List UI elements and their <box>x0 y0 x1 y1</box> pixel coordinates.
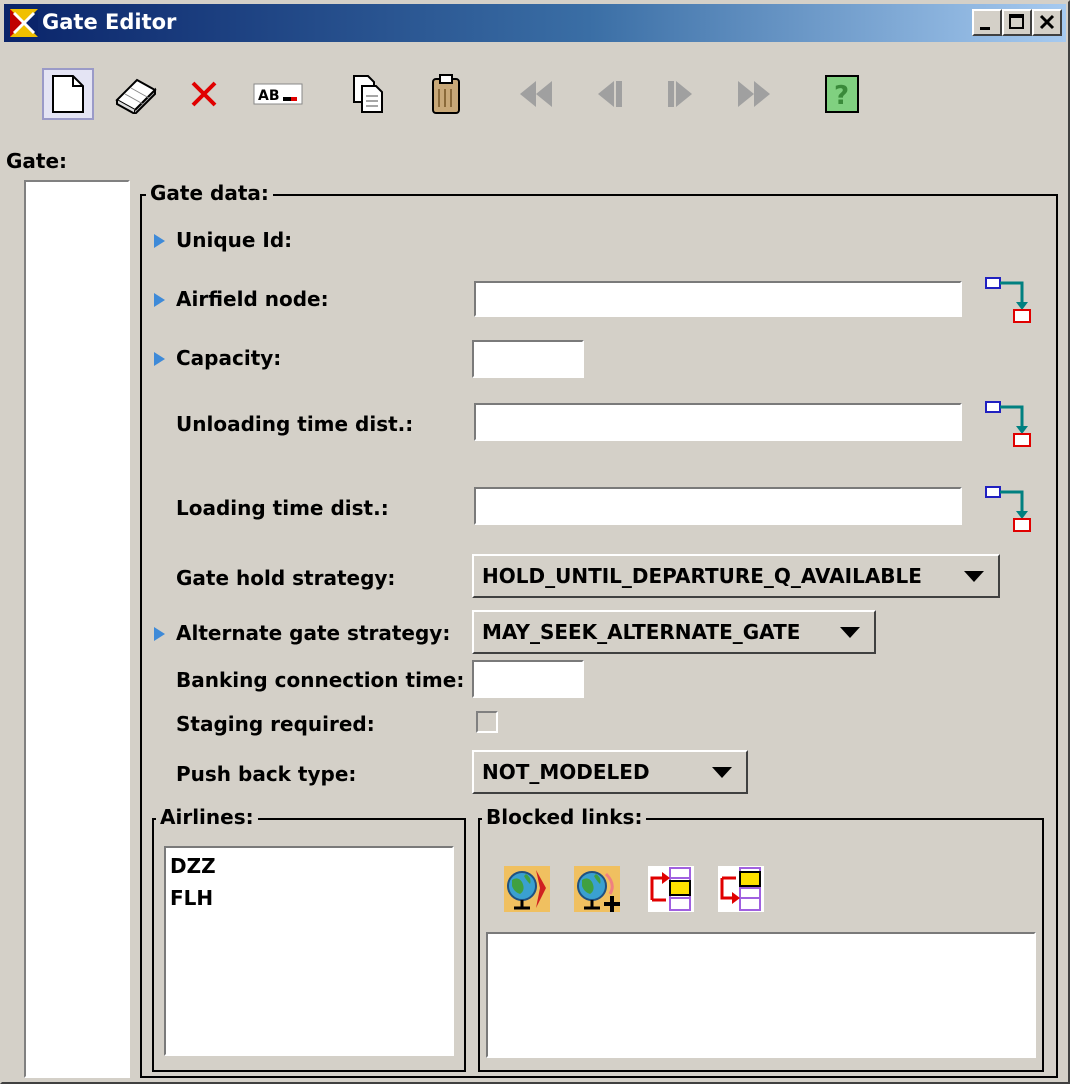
staging-required-label: Staging required: <box>176 712 375 736</box>
push-back-type-dropdown[interactable]: NOT_MODELED <box>472 750 748 794</box>
eraser-icon <box>115 78 157 114</box>
airfield-node-label: Airfield node: <box>176 287 329 311</box>
airlines-panel: Airlines: DZZ FLH <box>152 805 466 1072</box>
required-marker-icon <box>154 352 165 366</box>
banking-connection-time-label: Banking connection time: <box>176 668 465 692</box>
close-button[interactable] <box>1032 9 1062 36</box>
title-bar[interactable]: Gate Editor <box>4 4 1066 42</box>
delete-button[interactable] <box>178 68 230 120</box>
eraser-button[interactable] <box>110 68 162 120</box>
new-button[interactable] <box>42 68 94 120</box>
svg-text:?: ? <box>834 81 849 111</box>
airlines-title: Airlines: <box>156 805 258 829</box>
required-marker-icon <box>154 627 165 641</box>
alternate-gate-strategy-value: MAY_SEEK_ALTERNATE_GATE <box>482 620 801 644</box>
banking-connection-time-field[interactable] <box>472 660 584 698</box>
required-marker-icon <box>154 234 165 248</box>
minimize-icon <box>980 27 990 30</box>
copy-icon <box>353 75 383 113</box>
gate-list[interactable] <box>24 180 130 1078</box>
rewind-first-icon <box>520 81 552 107</box>
first-button <box>510 68 562 120</box>
gate-hold-strategy-dropdown[interactable]: HOLD_UNTIL_DEPARTURE_Q_AVAILABLE <box>472 554 1000 598</box>
help-question-icon: ? <box>825 75 859 113</box>
app-icon <box>10 9 38 37</box>
push-back-type-label: Push back type: <box>176 762 357 786</box>
capacity-field[interactable] <box>472 340 584 378</box>
last-button <box>728 68 780 120</box>
push-back-type-value: NOT_MODELED <box>482 760 650 784</box>
gate-data-title: Gate data: <box>146 181 273 205</box>
gate-hold-strategy-label: Gate hold strategy: <box>176 566 396 590</box>
loading-time-label: Loading time dist.: <box>176 496 389 520</box>
close-icon <box>1039 14 1055 30</box>
alternate-gate-strategy-label: Alternate gate strategy: <box>176 621 451 645</box>
delete-x-icon <box>191 81 217 107</box>
list-item[interactable]: DZZ <box>170 854 216 878</box>
copy-button[interactable] <box>342 68 394 120</box>
gate-hold-strategy-value: HOLD_UNTIL_DEPARTURE_Q_AVAILABLE <box>482 564 922 588</box>
gate-editor-window: Gate Editor AB ? Gate: Gate data: Unique… <box>0 0 1070 1084</box>
globe-link-icon[interactable] <box>502 864 552 914</box>
rename-button[interactable]: AB <box>252 68 304 120</box>
next-icon <box>668 81 692 107</box>
window-title: Gate Editor <box>42 10 177 34</box>
chevron-down-icon <box>712 767 732 778</box>
gate-label: Gate: <box>6 149 68 173</box>
help-button[interactable]: ? <box>816 68 868 120</box>
node-select-icon[interactable] <box>984 276 1032 324</box>
link-add-icon[interactable] <box>646 864 696 914</box>
link-remove-icon[interactable] <box>716 864 766 914</box>
required-marker-icon <box>154 293 165 307</box>
previous-icon <box>598 81 622 107</box>
unloading-time-field[interactable] <box>474 403 962 441</box>
previous-button <box>584 68 636 120</box>
maximize-button[interactable] <box>1002 9 1032 36</box>
unloading-time-label: Unloading time dist.: <box>176 412 414 436</box>
blocked-links-panel: Blocked links: <box>478 805 1044 1072</box>
unique-id-label: Unique Id: <box>176 228 293 252</box>
maximize-icon <box>1009 14 1024 29</box>
airlines-list[interactable]: DZZ FLH <box>164 846 454 1056</box>
fast-forward-last-icon <box>738 81 770 107</box>
minimize-button[interactable] <box>972 9 1002 36</box>
blocked-links-list[interactable] <box>486 932 1036 1058</box>
next-button <box>654 68 706 120</box>
distribution-select-icon[interactable] <box>984 485 1032 533</box>
paste-button[interactable] <box>420 68 472 120</box>
capacity-label: Capacity: <box>176 346 282 370</box>
chevron-down-icon <box>840 627 860 638</box>
staging-required-checkbox[interactable] <box>476 711 498 733</box>
blocked-links-title: Blocked links: <box>482 805 647 829</box>
list-item[interactable]: FLH <box>170 886 213 910</box>
paste-clipboard-icon <box>432 74 460 114</box>
svg-text:AB: AB <box>258 88 280 104</box>
new-document-icon <box>52 75 84 113</box>
alternate-gate-strategy-dropdown[interactable]: MAY_SEEK_ALTERNATE_GATE <box>472 610 876 654</box>
chevron-down-icon <box>964 571 984 582</box>
loading-time-field[interactable] <box>474 487 962 525</box>
distribution-select-icon[interactable] <box>984 400 1032 448</box>
globe-add-icon[interactable] <box>572 864 622 914</box>
rename-text-icon: AB <box>253 83 303 105</box>
airfield-node-field[interactable] <box>474 281 962 317</box>
